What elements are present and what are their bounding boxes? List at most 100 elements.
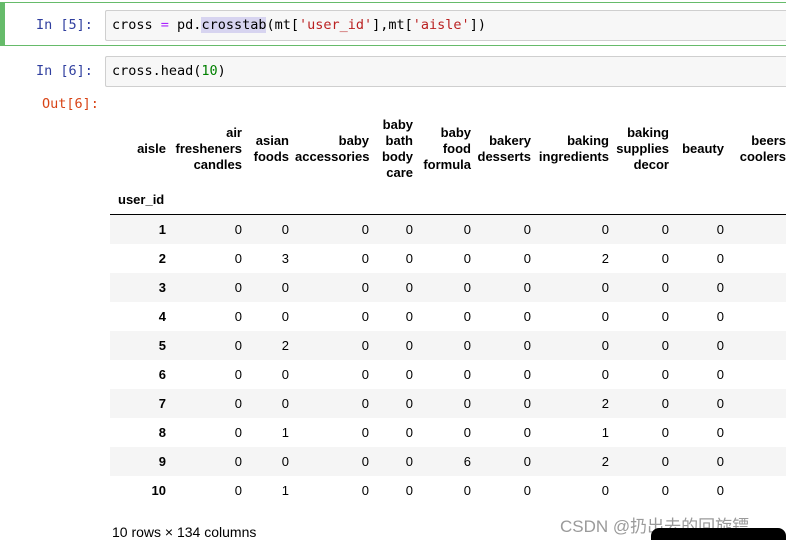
table-cell: 0 [405,251,413,266]
table-row: 5 0 2 0 0 0 0 0 0 0 [110,331,786,360]
table-cell: 0 [523,396,531,411]
column-header: baby bath body care [381,116,413,180]
table-cell: 0 [234,309,242,324]
table-cell: 0 [281,280,289,295]
table-cell: 0 [405,309,413,324]
table-cell: 0 [661,251,669,266]
shape-summary: 10 rows × 134 columns [112,524,257,540]
column-header: air fresheners candles [175,124,242,172]
table-row: 9 0 0 0 0 6 0 2 0 0 [110,447,786,476]
table-cell [730,389,786,418]
table-cell: 0 [716,222,724,237]
table-cell: 0 [405,483,413,498]
table-row: 4 0 0 0 0 0 0 0 0 0 [110,302,786,331]
table-cell: 0 [281,454,289,469]
table-cell: 0 [463,425,471,440]
column-header: baking supplies decor [616,124,669,172]
code-input-6[interactable]: cross.head(10) [105,56,786,87]
table-cell: 0 [361,338,369,353]
table-cell [730,273,786,302]
column-header: baby accessories [295,132,370,164]
table-cell: 0 [523,483,531,498]
table-cell: 0 [361,483,369,498]
table-cell: 0 [523,309,531,324]
code-token: ) [217,63,226,79]
table-cell: 0 [661,454,669,469]
code-token: (mt[ [266,17,299,33]
table-cell: 0 [463,222,471,237]
table-cell: 1 [601,425,609,440]
output-prompt: Out[6]: [42,96,99,112]
table-cell: 0 [234,425,242,440]
table-cell: 0 [661,338,669,353]
table-cell: 0 [523,338,531,353]
input-prompt-5: In [5]: [36,17,93,33]
table-cell: 0 [523,454,531,469]
code-token: pd. [168,17,202,33]
table-cell: 0 [661,280,669,295]
table-cell: 0 [716,454,724,469]
table-row: 8 0 1 0 0 0 0 1 0 0 [110,418,786,447]
table-cell [730,215,786,245]
table-cell: 0 [281,367,289,382]
row-index: 5 [158,337,166,353]
table-cell: 0 [405,338,413,353]
table-cell: 0 [234,454,242,469]
table-cell [730,302,786,331]
table-cell: 0 [523,222,531,237]
table-cell: 0 [405,367,413,382]
row-index: 8 [158,424,166,440]
table-cell: 0 [463,251,471,266]
row-index: 2 [158,250,166,266]
table-cell: 0 [716,309,724,324]
column-header: asian foods [253,132,289,164]
table-cell [730,476,786,505]
code-string: 'aisle' [412,17,470,33]
code-token: cross.head( [112,63,202,79]
table-cell: 0 [234,483,242,498]
table-cell: 0 [601,338,609,353]
table-cell: 0 [661,367,669,382]
table-cell: 0 [463,338,471,353]
code-token: = [160,17,169,33]
row-index: 3 [158,279,166,295]
table-cell: 0 [405,222,413,237]
table-cell: 0 [601,367,609,382]
column-header: baking ingredients [538,132,609,164]
table-cell: 0 [234,367,242,382]
table-row: 10 0 1 0 0 0 0 0 0 0 [110,476,786,505]
table-cell: 2 [601,251,609,266]
table-cell: 0 [281,222,289,237]
table-cell: 0 [716,251,724,266]
code-token: ]) [469,17,486,33]
table-cell: 0 [523,425,531,440]
table-row: 6 0 0 0 0 0 0 0 0 0 [110,360,786,389]
table-cell: 0 [523,367,531,382]
table-cell: 0 [661,396,669,411]
code-number: 10 [201,63,218,79]
table-cell: 2 [281,338,289,353]
table-cell: 0 [234,338,242,353]
table-cell: 0 [234,396,242,411]
table-cell: 0 [361,425,369,440]
column-header: beers coolers [739,132,786,164]
table-cell: 3 [281,251,289,266]
table-cell: 0 [405,454,413,469]
table-cell: 0 [405,425,413,440]
floating-badge [651,528,786,540]
table-cell: 0 [661,222,669,237]
dataframe-table: aisle air fresheners candles asian foods ba… [110,112,786,505]
table-cell: 0 [234,222,242,237]
code-token: cross [112,17,161,33]
table-cell: 0 [661,309,669,324]
table-cell: 0 [361,454,369,469]
table-cell: 0 [361,309,369,324]
table-cell: 2 [601,454,609,469]
code-input-5[interactable]: cross = pd.crosstab(mt['user_id'],mt['ai… [105,10,786,41]
table-cell: 0 [601,280,609,295]
table-cell: 0 [463,280,471,295]
input-prompt-6: In [6]: [36,63,93,79]
code-string: 'user_id' [298,17,373,33]
table-cell [730,418,786,447]
table-cell: 0 [463,483,471,498]
